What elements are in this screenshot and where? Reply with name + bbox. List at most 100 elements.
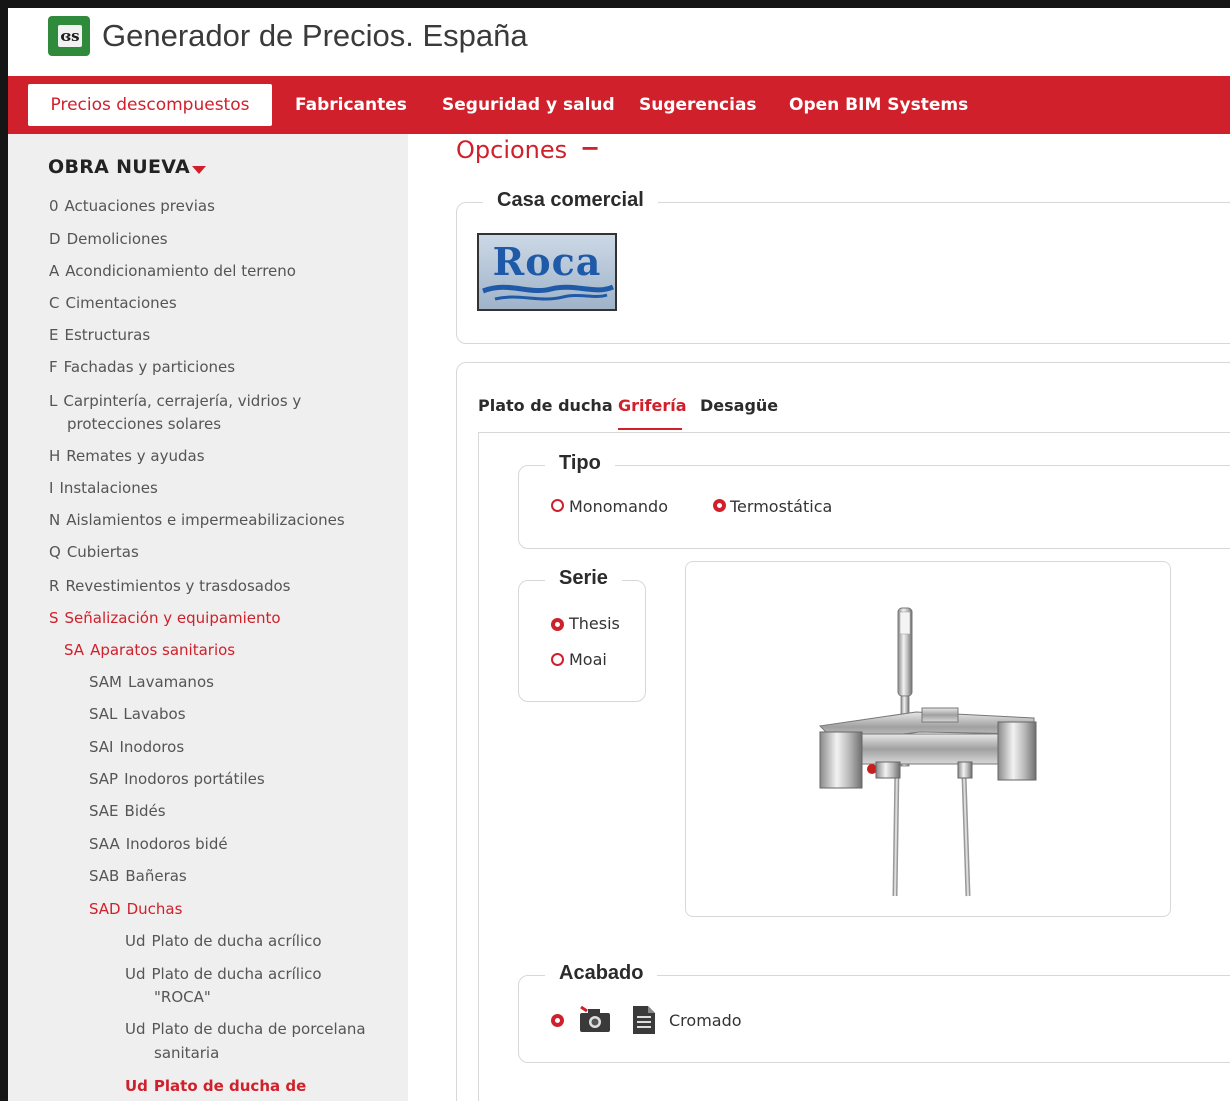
sidebar-item-continued[interactable]: sanitaria — [154, 1042, 219, 1065]
site-header: ɞs Generador de Precios. España — [8, 8, 1230, 76]
roca-logo[interactable]: Roca — [477, 233, 617, 311]
sidebar-title[interactable]: OBRA NUEVA — [48, 156, 190, 178]
serie-legend: Serie — [545, 567, 622, 590]
item-label: Aislamientos e impermeabilizaciones — [66, 511, 345, 529]
sidebar-item[interactable]: SAP Inodoros portátiles — [89, 768, 265, 791]
sidebar-item-active[interactable]: S Señalización y equipamiento — [49, 607, 281, 630]
radio-moai[interactable] — [551, 653, 564, 666]
tab-plato-de-ducha[interactable]: Plato de ducha — [478, 396, 613, 415]
sidebar-item[interactable]: Q Cubiertas — [49, 541, 139, 564]
sidebar-item[interactable]: I Instalaciones — [49, 477, 158, 500]
logo-mark: ɞs — [58, 25, 82, 47]
brand-legend: Casa comercial — [483, 189, 658, 212]
sidebar-item[interactable]: N Aislamientos e impermeabilizaciones — [49, 509, 345, 532]
item-label: Bañeras — [125, 867, 187, 885]
item-code: SAL — [89, 705, 118, 723]
main-nav: Precios descompuestos Fabricantes Seguri… — [8, 76, 1230, 134]
collapse-toggle[interactable]: − — [580, 134, 600, 162]
item-label: Plato de ducha acrílico — [151, 932, 322, 950]
nav-precios-descompuestos[interactable]: Precios descompuestos — [28, 84, 272, 126]
label-termostatica[interactable]: Termostática — [730, 497, 832, 516]
sidebar-item[interactable]: F Fachadas y particiones — [49, 356, 235, 379]
item-label: Cubiertas — [66, 543, 139, 561]
item-label: Plato de ducha de — [153, 1077, 307, 1095]
item-label: Plato de ducha acrílico — [151, 965, 322, 983]
radio-termostatica[interactable] — [713, 499, 726, 512]
item-label: Demoliciones — [66, 230, 168, 248]
sidebar-item[interactable]: Ud Plato de ducha acrílico — [125, 930, 322, 953]
document-icon[interactable] — [630, 1004, 658, 1036]
item-code: S — [49, 609, 59, 627]
item-code: SAA — [89, 835, 120, 853]
sidebar-item-active[interactable]: SAD Duchas — [89, 898, 182, 921]
item-code: Ud — [125, 965, 146, 983]
sidebar-item-active[interactable]: SA Aparatos sanitarios — [64, 639, 235, 662]
item-label: Fachadas y particiones — [63, 358, 236, 376]
sidebar-item-continued[interactable]: "ROCA" — [154, 986, 211, 1009]
sidebar-item[interactable]: SAE Bidés — [89, 800, 166, 823]
item-code: I — [49, 479, 54, 497]
sidebar-item[interactable]: Ud Plato de ducha acrílico — [125, 963, 322, 986]
item-code: N — [49, 511, 61, 529]
sidebar-item[interactable]: SAM Lavamanos — [89, 671, 214, 694]
radio-thesis[interactable] — [551, 618, 564, 631]
item-label: Carpintería, cerrajería, vidrios y — [63, 392, 302, 410]
label-cromado[interactable]: Cromado — [669, 1011, 742, 1030]
sidebar-item[interactable]: A Acondicionamiento del terreno — [49, 260, 296, 283]
item-label: Actuaciones previas — [64, 197, 215, 215]
label-thesis[interactable]: Thesis — [569, 614, 620, 633]
camera-icon[interactable] — [578, 1006, 612, 1034]
nav-open-bim-systems[interactable]: Open BIM Systems — [789, 76, 968, 134]
nav-seguridad-y-salud[interactable]: Seguridad y salud — [442, 76, 615, 134]
sidebar-item-continued[interactable]: protecciones solares — [67, 413, 221, 436]
site-title[interactable]: Generador de Precios. España — [102, 16, 528, 56]
tipo-legend: Tipo — [545, 452, 615, 475]
caret-down-icon[interactable] — [192, 166, 206, 174]
sidebar-item[interactable]: D Demoliciones — [49, 228, 168, 251]
sidebar-item-active[interactable]: Ud Plato de ducha de — [125, 1075, 306, 1098]
acabado-fieldset: Acabado — [518, 962, 1230, 1063]
sidebar-item[interactable]: H Remates y ayudas — [49, 445, 205, 468]
serie-fieldset: Serie — [518, 567, 646, 702]
item-code: SAB — [89, 867, 120, 885]
item-code: L — [49, 392, 58, 410]
brand-fieldset: Casa comercial Roca — [456, 189, 1230, 344]
item-label: Plato de ducha de porcelana — [151, 1020, 366, 1038]
tab-desague[interactable]: Desagüe — [700, 396, 778, 415]
item-code: Ud — [125, 1020, 146, 1038]
item-code: 0 — [49, 197, 59, 215]
sidebar-item[interactable]: C Cimentaciones — [49, 292, 177, 315]
item-label: Duchas — [126, 900, 183, 918]
item-label: Instalaciones — [59, 479, 158, 497]
item-code: SAE — [89, 802, 119, 820]
sidebar-item[interactable]: SAL Lavabos — [89, 703, 186, 726]
item-label: Revestimientos y trasdosados — [65, 577, 291, 595]
sidebar-item[interactable]: L Carpintería, cerrajería, vidrios y — [49, 390, 301, 413]
radio-cromado[interactable] — [551, 1014, 564, 1027]
shower-mixer-image — [818, 607, 1037, 897]
item-code: R — [49, 577, 60, 595]
item-code: Q — [49, 543, 61, 561]
radio-monomando[interactable] — [551, 499, 564, 512]
sidebar-item[interactable]: SAI Inodoros — [89, 736, 184, 759]
item-label: Estructuras — [64, 326, 151, 344]
sidebar-item[interactable]: Ud Plato de ducha de porcelana — [125, 1018, 366, 1041]
sidebar: OBRA NUEVA 0 Actuaciones previas D Demolic… — [8, 134, 408, 1101]
page: ɞs Generador de Precios. España Precios … — [8, 8, 1230, 1101]
item-label: Inodoros portátiles — [124, 770, 265, 788]
sidebar-item[interactable]: 0 Actuaciones previas — [49, 195, 215, 218]
item-label: Aparatos sanitarios — [90, 641, 236, 659]
sidebar-item[interactable]: R Revestimientos y trasdosados — [49, 575, 290, 598]
nav-fabricantes[interactable]: Fabricantes — [295, 76, 407, 134]
sidebar-item[interactable]: SAB Bañeras — [89, 865, 187, 888]
sidebar-item[interactable]: E Estructuras — [49, 324, 150, 347]
site-logo-icon[interactable]: ɞs — [48, 16, 90, 56]
sidebar-item[interactable]: SAA Inodoros bidé — [89, 833, 228, 856]
label-moai[interactable]: Moai — [569, 650, 607, 669]
item-label: Bidés — [124, 802, 166, 820]
label-monomando[interactable]: Monomando — [569, 497, 668, 516]
nav-sugerencias[interactable]: Sugerencias — [639, 76, 757, 134]
options-title: Opciones — [456, 136, 568, 164]
tab-griferia[interactable]: Grifería — [618, 396, 687, 415]
item-code: SAD — [89, 900, 121, 918]
